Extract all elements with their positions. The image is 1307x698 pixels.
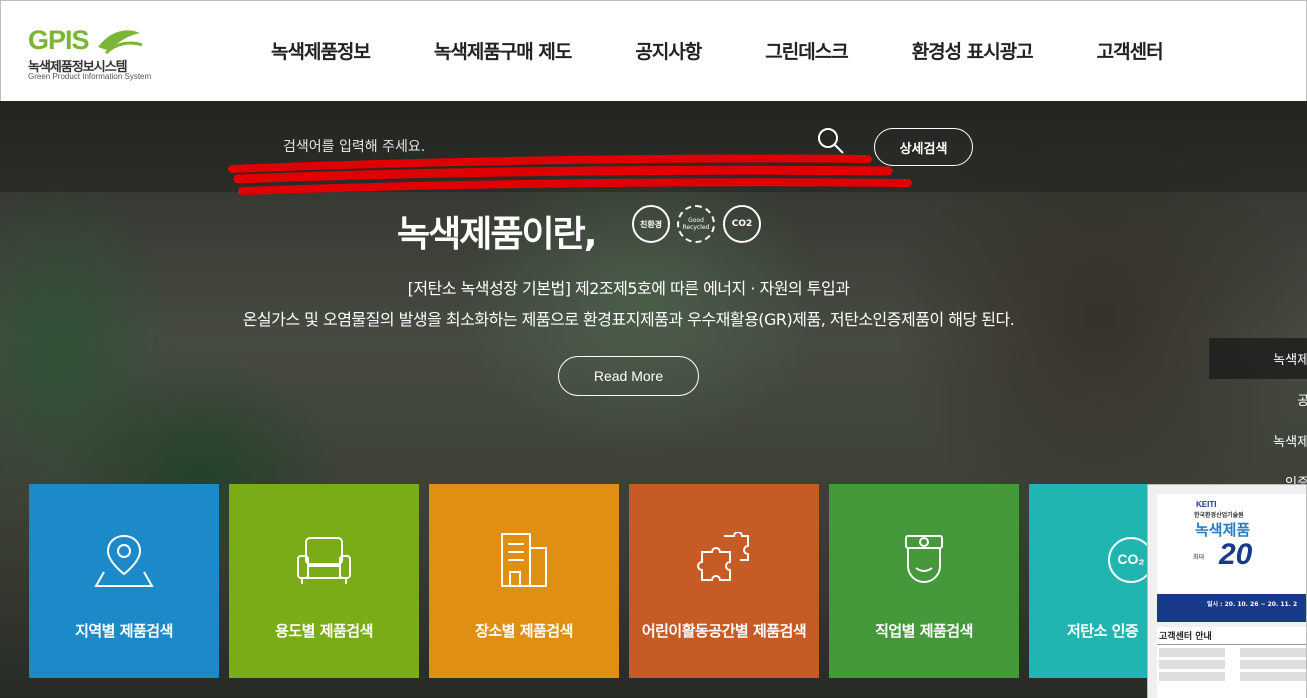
tile-search-by-region[interactable]: 지역별 제품검색 <box>29 484 219 678</box>
promo-banner[interactable]: KEITI 한국환경산업기술원 녹색제품 최대 20 일시 : 20. 10. … <box>1157 494 1306 622</box>
tile-label: 장소별 제품검색 <box>475 622 573 640</box>
tile-search-by-kids-space[interactable]: 어린이활동공간별 제품검색 <box>629 484 819 678</box>
nav-item-green-product-info[interactable]: 녹색제품정보 <box>271 37 371 64</box>
svg-text:CO₂: CO₂ <box>1117 551 1144 567</box>
gpis-logo[interactable]: GPIS 녹색제품정보시스템 Green Product Information… <box>28 25 163 85</box>
promo-max: 최대 <box>1193 554 1205 561</box>
customer-center-title: 고객센터 안내 <box>1157 627 1306 645</box>
search-icon[interactable] <box>817 127 845 155</box>
side-item-green-product-2[interactable]: 녹색제품 <box>1209 420 1307 461</box>
logo-mark: GPIS <box>28 25 90 55</box>
hero-description-line2: 온실가스 및 오염물질의 발생을 최소화하는 제품으로 환경표지제품과 우수재활… <box>242 310 1015 329</box>
tile-label: 용도별 제품검색 <box>275 622 373 640</box>
tile-search-by-use[interactable]: 용도별 제품검색 <box>229 484 419 678</box>
promo-percent: 20 <box>1219 538 1253 571</box>
leaf-icon <box>98 30 143 55</box>
tile-label: 어린이활동공간별 제품검색 <box>641 622 807 640</box>
nav-item-notices[interactable]: 공지사항 <box>635 37 702 64</box>
site-header: GPIS 녹색제품정보시스템 Green Product Information… <box>0 0 1307 101</box>
co2-badge-icon: CO₂ <box>1108 537 1147 583</box>
promo-org: 한국환경산업기술원 <box>1194 512 1244 519</box>
worker-icon <box>905 535 943 583</box>
side-item-label: 공지 <box>1297 394 1307 409</box>
tile-search-by-place[interactable]: 장소별 제품검색 <box>429 484 619 678</box>
side-item-label: 녹색제품 <box>1273 435 1307 450</box>
nav-item-purchase-policy[interactable]: 녹색제품구매 제도 <box>434 37 572 64</box>
co2-badge-icon: CO2 <box>723 205 761 243</box>
sofa-icon <box>297 537 351 584</box>
main-nav: 녹색제품정보 녹색제품구매 제도 공지사항 그린데스크 환경성 표시광고 고객센… <box>271 37 1227 64</box>
info-row <box>1159 660 1306 669</box>
tile-low-carbon-certified[interactable]: CO₂ 저탄소 인증 <box>1029 484 1147 678</box>
hero-section: 상세검색 녹색제품이란, 친환경 Good Recycled CO2 [저탄소 … <box>0 101 1307 698</box>
puzzle-icon <box>697 532 749 581</box>
redaction-scribble <box>228 154 912 195</box>
side-item-green-product[interactable]: 녹색제품 <box>1209 338 1307 379</box>
promo-title: 녹색제품 <box>1195 521 1251 539</box>
side-item-notice[interactable]: 공지 <box>1209 379 1307 420</box>
promo-popup[interactable]: KEITI 한국환경산업기술원 녹색제품 최대 20 일시 : 20. 10. … <box>1147 484 1307 698</box>
keiti-logo: KEITI <box>1196 500 1217 509</box>
nav-item-customer-center[interactable]: 고객센터 <box>1097 37 1164 64</box>
promo-date: 일시 : 20. 10. 26 ~ 20. 11. 2 <box>1207 601 1298 608</box>
hero-title: 녹색제품이란, <box>397 214 597 255</box>
info-row <box>1159 648 1306 657</box>
tile-label: 직업별 제품검색 <box>875 622 973 640</box>
hero-description-line1: [저탄소 녹색성장 기본법] 제2조제5호에 따른 에너지 · 자원의 투입과 <box>407 279 850 298</box>
tile-search-by-occupation[interactable]: 직업별 제품검색 <box>829 484 1019 678</box>
side-quick-menu: 녹색제품 공지 녹색제품 인증기 <box>1209 338 1307 502</box>
eco-label-badge-icon: 친환경 <box>632 205 670 243</box>
good-recycled-badge-icon: Good Recycled <box>677 205 715 243</box>
nav-item-eco-labeling-ads[interactable]: 환경성 표시광고 <box>912 37 1034 64</box>
map-pin-icon <box>94 534 154 587</box>
info-row <box>1159 672 1306 681</box>
customer-center-info: 고객센터 안내 <box>1157 627 1306 698</box>
building-icon <box>501 533 547 587</box>
tile-label: 저탄소 인증 <box>1067 622 1139 640</box>
read-more-button[interactable]: Read More <box>558 356 699 396</box>
logo-title-en: Green Product Information System <box>28 72 152 81</box>
side-item-label: 녹색제품 <box>1273 353 1307 368</box>
tile-label: 지역별 제품검색 <box>75 622 173 640</box>
nav-item-green-desk[interactable]: 그린데스크 <box>765 37 848 64</box>
